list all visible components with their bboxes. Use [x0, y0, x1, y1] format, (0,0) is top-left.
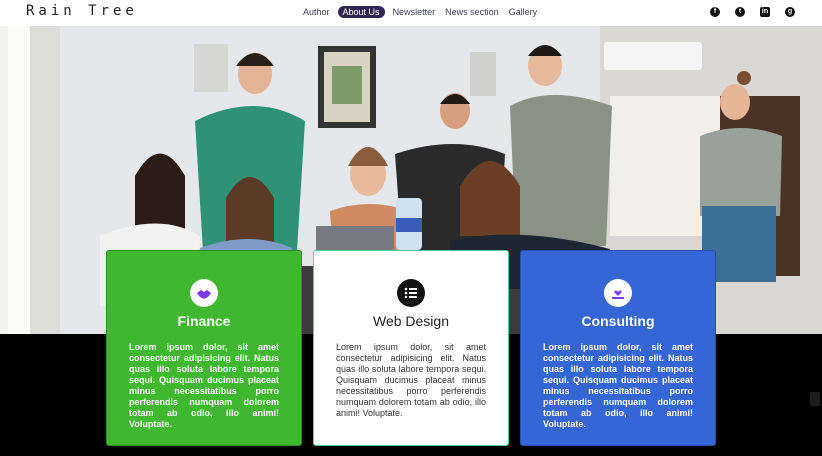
hand-heart-icon [604, 279, 632, 307]
card-title: Finance [177, 313, 231, 329]
nav-link-about-us[interactable]: About Us [337, 6, 385, 18]
card-title: Web Design [372, 313, 449, 329]
brand-logo[interactable]: Rain Tree [26, 3, 138, 19]
nav-link-author[interactable]: Author [298, 6, 335, 18]
linkedin-icon[interactable]: in [760, 7, 770, 17]
service-card-consulting: Consulting Lorem ipsum dolor, sit amet c… [520, 250, 716, 446]
list-icon [397, 279, 425, 307]
github-icon[interactable]: g [785, 7, 795, 17]
card-text: Lorem ipsum dolor, sit amet consectetur … [543, 342, 693, 429]
nav-link-news-section[interactable]: News section [440, 6, 504, 18]
scroll-handle[interactable] [810, 392, 820, 406]
nav-link-newsletter[interactable]: Newsletter [388, 6, 441, 18]
card-text: Lorem ipsum dolor, sit amet consectetur … [336, 342, 486, 418]
nav-link-gallery[interactable]: Gallery [504, 6, 543, 18]
twitter-icon[interactable]: t [735, 7, 745, 17]
service-card-web-design: Web Design Lorem ipsum dolor, sit amet c… [313, 250, 509, 446]
nav-links: Author About Us Newsletter News section … [298, 6, 542, 18]
social-links: f t in g [710, 7, 795, 17]
card-title: Consulting [581, 313, 655, 329]
facebook-icon[interactable]: f [710, 7, 720, 17]
service-card-finance: Finance Lorem ipsum dolor, sit amet cons… [106, 250, 302, 446]
card-text: Lorem ipsum dolor, sit amet consectetur … [129, 342, 279, 429]
handshake-icon [190, 279, 218, 307]
navbar: Rain Tree Author About Us Newsletter New… [0, 0, 822, 26]
